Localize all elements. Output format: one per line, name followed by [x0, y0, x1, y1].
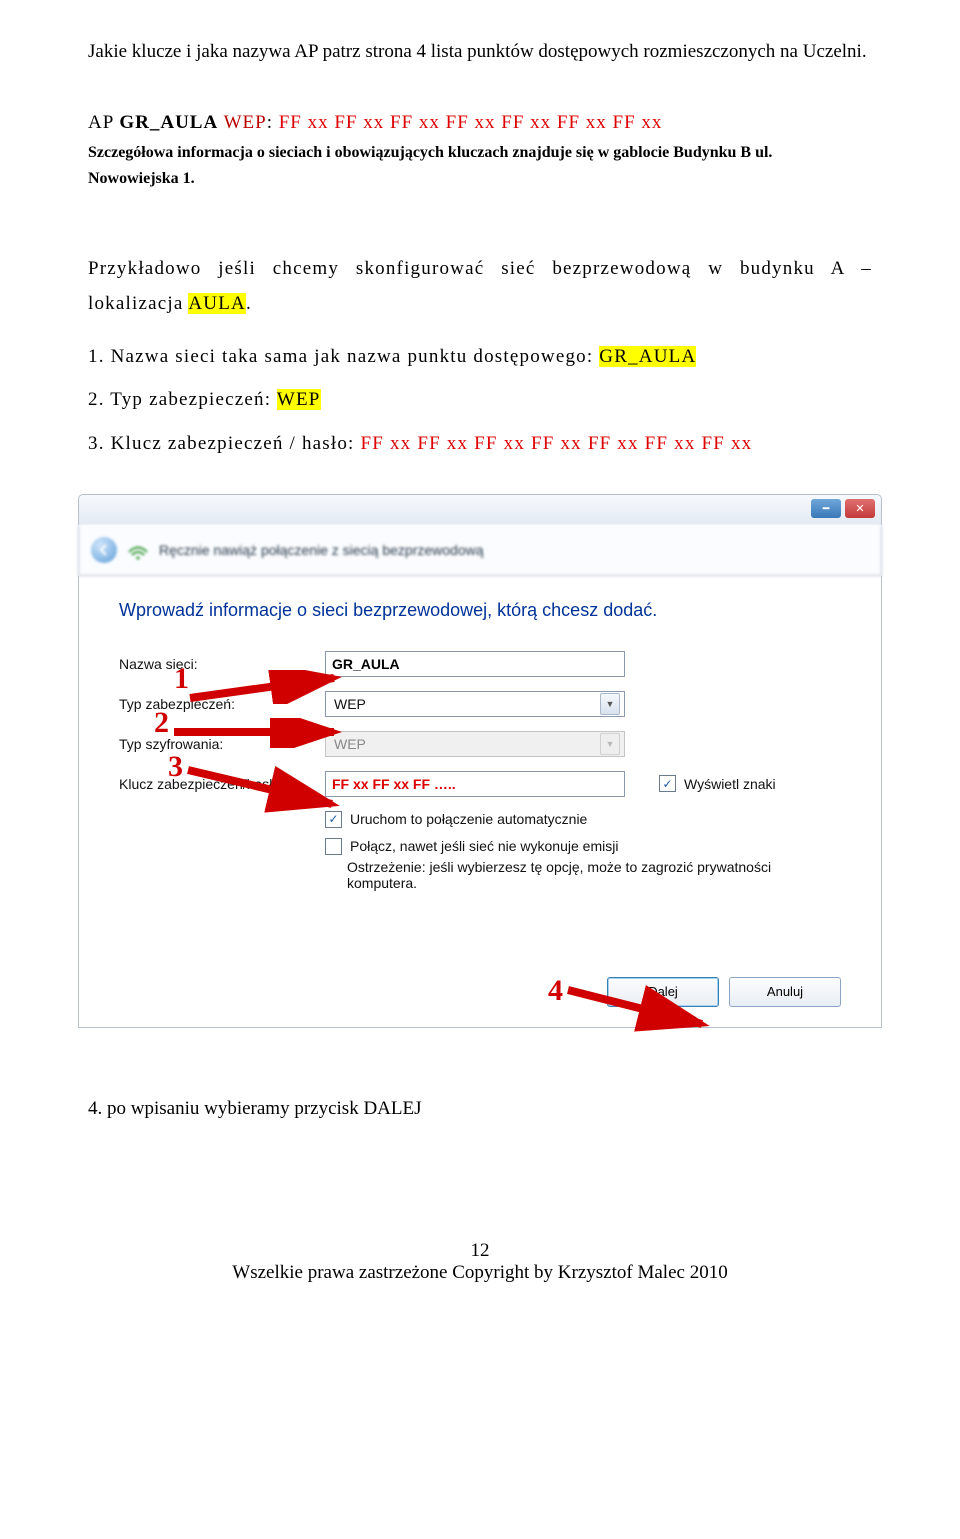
checkbox-show-chars[interactable]: ✓ [659, 775, 676, 792]
warning-text: Ostrzeżenie: jeśli wybierzesz tę opcję, … [347, 859, 841, 891]
ap-wep-label: WEP [218, 112, 267, 133]
label-encryption-type: Typ szyfrowania: [119, 736, 325, 752]
li1-highlight: GR_AULA [599, 346, 696, 367]
ap-name: GR_AULA [119, 112, 218, 133]
input-security-key[interactable]: FF xx FF xx FF ….. [325, 771, 625, 797]
combo-encryption-type: WEP ▼ [325, 731, 625, 757]
ap-prefix: AP [88, 112, 119, 133]
example-highlight: AULA [188, 293, 246, 314]
row-ssid: Nazwa sieci: GR_AULA [119, 651, 841, 677]
intro-paragraph: Jakie klucze i jaka nazywa AP patrz stro… [88, 38, 872, 66]
combo-encryption-value: WEP [334, 736, 366, 752]
label-show-chars: Wyświetl znaki [684, 776, 776, 792]
window-titlebar: ━ ✕ [78, 494, 882, 525]
row-security-type: Typ zabezpieczeń: WEP ▼ [119, 691, 841, 717]
list-item-2: 2. Typ zabezpieczeń: WEP [88, 378, 872, 422]
label-auto-start: Uruchom to połączenie automatycznie [350, 811, 587, 827]
copyright-text: Wszelkie prawa zastrzeżone Copyright by … [88, 1262, 872, 1284]
checkbox-auto-start-row: ✓ Uruchom to połączenie automatycznie [325, 811, 841, 828]
ap-colon: : [267, 112, 279, 133]
detail-line-2: Nowowiejska 1. [88, 168, 872, 190]
page-footer: 12 Wszelkie prawa zastrzeżone Copyright … [88, 1240, 872, 1284]
li3-text: 3. Klucz zabezpieczeń / hasło: [88, 433, 360, 454]
list-item-1: 1. Nazwa sieci taka sama jak nazwa punkt… [88, 335, 872, 379]
label-security-type: Typ zabezpieczeń: [119, 696, 325, 712]
dialog-title: Wprowadź informacje o sieci bezprzewodow… [119, 600, 841, 621]
wifi-icon [127, 539, 149, 561]
numbered-list: 1. Nazwa sieci taka sama jak nazwa punkt… [88, 335, 872, 466]
page-number: 12 [88, 1240, 872, 1262]
window-minimize-icon[interactable]: ━ [811, 499, 841, 518]
checkbox-auto-start[interactable]: ✓ [325, 811, 342, 828]
ap-key-line: AP GR_AULA WEP: FF xx FF xx FF xx FF xx … [88, 112, 872, 134]
combo-security-type[interactable]: WEP ▼ [325, 691, 625, 717]
li2-highlight: WEP [277, 389, 321, 410]
li3-key: FF xx FF xx FF xx FF xx FF xx FF xx FF x… [360, 433, 752, 454]
li1-text: 1. Nazwa sieci taka sama jak nazwa punkt… [88, 346, 599, 367]
back-button-icon[interactable] [91, 537, 117, 563]
combo-security-value: WEP [334, 696, 366, 712]
step-4-text: 4. po wpisaniu wybieramy przycisk DALEJ [88, 1098, 872, 1120]
li2-text: 2. Typ zabezpieczeń: [88, 389, 277, 410]
checkbox-connect-hidden-row: Połącz, nawet jeśli sieć nie wykonuje em… [325, 838, 841, 855]
input-ssid[interactable]: GR_AULA [325, 651, 625, 677]
label-security-key: Klucz zabezpieczeń/hasł [119, 776, 325, 792]
screenshot-window: ━ ✕ Ręcznie nawiąż połączenie z siecią b… [78, 494, 882, 1028]
checkbox-connect-hidden[interactable] [325, 838, 342, 855]
window-close-icon[interactable]: ✕ [845, 499, 875, 518]
dialog-content: Wprowadź informacje o sieci bezprzewodow… [78, 576, 882, 1028]
list-item-3: 3. Klucz zabezpieczeń / hasło: FF xx FF … [88, 422, 872, 466]
row-security-key: Klucz zabezpieczeń/hasł FF xx FF xx FF …… [119, 771, 841, 797]
breadcrumb-text: Ręcznie nawiąż połączenie z siecią bezpr… [159, 542, 484, 558]
ap-key-value: FF xx FF xx FF xx FF xx FF xx FF xx FF x… [279, 112, 663, 133]
chevron-down-icon: ▼ [600, 733, 620, 755]
label-ssid: Nazwa sieci: [119, 656, 325, 672]
next-button[interactable]: Dalej [607, 977, 719, 1007]
dialog-button-bar: Dalej Anuluj [119, 977, 841, 1007]
detail-line-1: Szczegółowa informacja o sieciach i obow… [88, 142, 872, 164]
row-encryption-type: Typ szyfrowania: WEP ▼ [119, 731, 841, 757]
checkbox-show-chars-row: ✓ Wyświetl znaki [659, 775, 776, 792]
chevron-down-icon[interactable]: ▼ [600, 693, 620, 715]
breadcrumb-bar: Ręcznie nawiąż połączenie z siecią bezpr… [78, 525, 882, 576]
cancel-button[interactable]: Anuluj [729, 977, 841, 1007]
label-connect-hidden: Połącz, nawet jeśli sieć nie wykonuje em… [350, 838, 618, 854]
example-post: . [246, 293, 252, 314]
example-paragraph: Przykładowo jeśli chcemy skonfigurować s… [88, 252, 872, 320]
